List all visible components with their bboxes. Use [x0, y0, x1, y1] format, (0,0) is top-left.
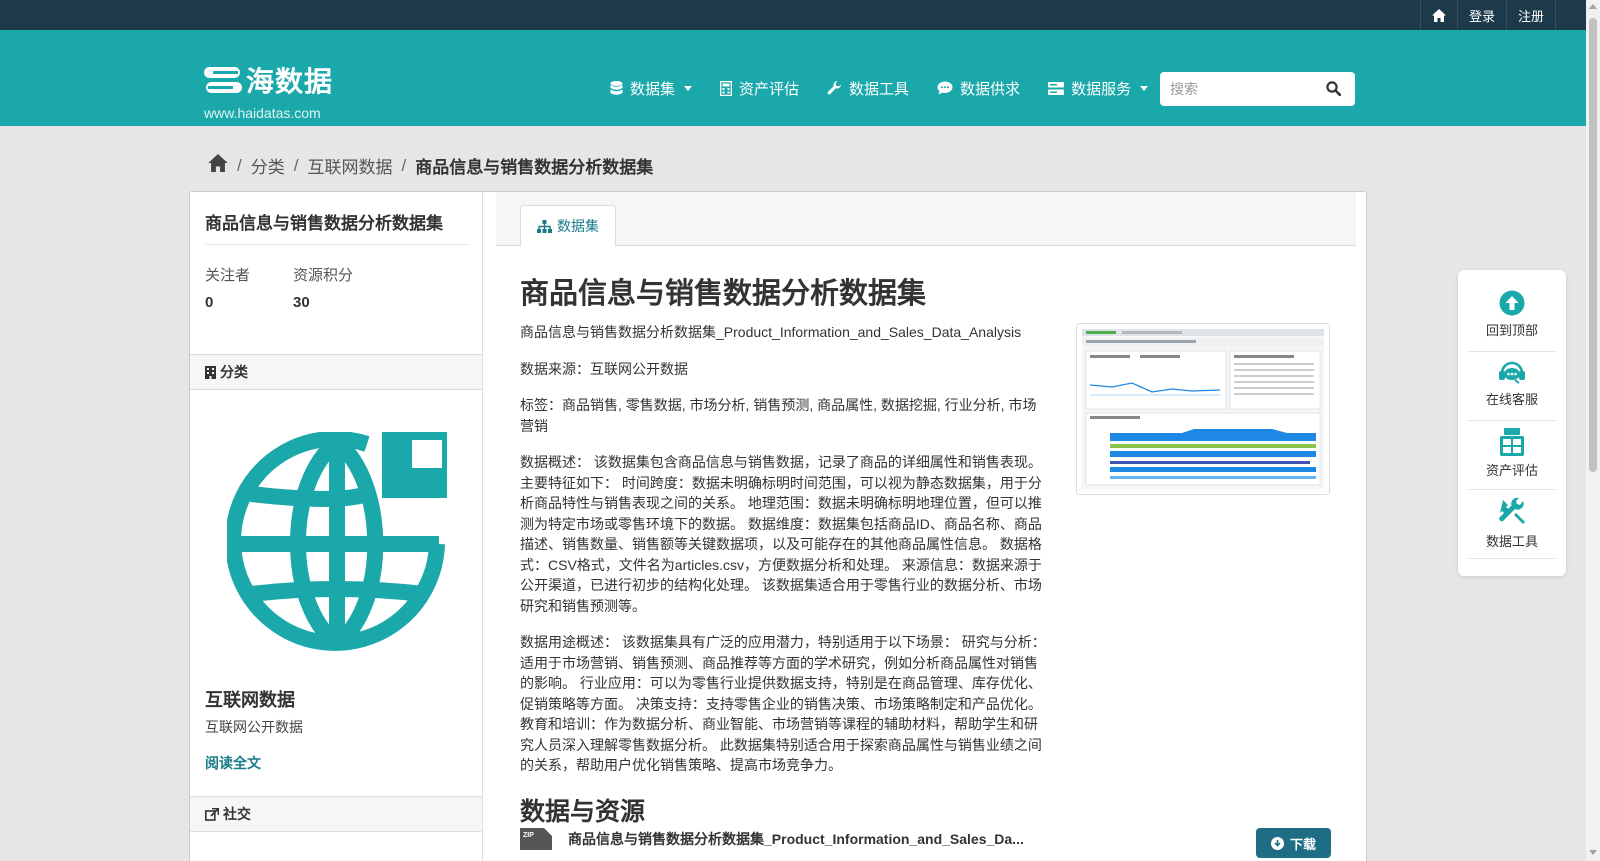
breadcrumb-separator: /: [293, 155, 299, 175]
arrow-up-circle-icon: [1499, 290, 1525, 316]
back-to-top-label: 回到顶部: [1485, 323, 1538, 338]
followers-label: 关注者: [205, 267, 251, 284]
back-to-top-button[interactable]: 回到顶部: [1468, 290, 1556, 352]
login-link[interactable]: 登录: [1456, 0, 1506, 30]
site-url: www.haidatas.com: [204, 105, 321, 121]
internet-globe-icon[interactable]: [227, 432, 447, 654]
resource-item[interactable]: ZIP 商品信息与销售数据分析数据集_Product_Information_a…: [520, 828, 1024, 850]
site-logo[interactable]: 海数据: [204, 60, 333, 100]
scrollbar-thumb[interactable]: [1589, 18, 1597, 472]
sidebar-dataset-title: 商品信息与销售数据分析数据集: [205, 214, 443, 233]
category-heading: 分类: [190, 354, 482, 390]
download-icon: [1270, 836, 1284, 850]
points-value: 30: [293, 294, 310, 311]
database-icon: [610, 80, 623, 95]
dataset-description: 商品信息与销售数据分析数据集_Product_Information_and_S…: [520, 322, 1050, 792]
svg-text:ZIP: ZIP: [523, 832, 534, 839]
sidebar: 商品信息与销售数据分析数据集 关注者 资源积分 0 30 分类 互联网数据 互联…: [190, 192, 483, 861]
nav-data-services-label: 数据服务: [1071, 80, 1132, 98]
main-nav: 数据集 资产评估 数据工具 数据供求 数据服务: [610, 73, 1176, 103]
asset-valuation-button[interactable]: 资产评估: [1468, 428, 1556, 490]
share-icon: [205, 807, 219, 821]
search-box: [1160, 72, 1355, 106]
breadcrumb-home[interactable]: [208, 154, 228, 177]
server-icon: [1048, 81, 1065, 95]
tab-dataset[interactable]: 数据集: [520, 205, 616, 247]
account-links: 登录 注册: [1419, 0, 1556, 30]
dataset-tags: 标签：商品销售, 零售数据, 市场分析, 销售预测, 商品属性, 数据挖掘, 行…: [520, 397, 1037, 434]
tools-icon: [1499, 497, 1525, 524]
data-tools-label: 数据工具: [1485, 534, 1538, 549]
social-heading: 社交: [190, 796, 482, 832]
search-button[interactable]: [1326, 81, 1342, 101]
nav-asset-valuation[interactable]: 资产评估: [720, 78, 799, 99]
nav-datasets-label: 数据集: [630, 80, 676, 98]
dataset-source: 数据来源：互联网公开数据: [520, 360, 688, 377]
dataset-usage: 数据用途概述： 该数据集具有广泛的应用潜力，特别适用于以下场景： 研究与分析：适…: [520, 634, 1046, 773]
breadcrumb: / 分类 / 互联网数据 / 商品信息与销售数据分析数据集: [208, 153, 653, 178]
scroll-down-arrow-icon[interactable]: [1589, 850, 1597, 855]
zip-file-icon: ZIP: [520, 828, 552, 850]
nav-data-services[interactable]: 数据服务: [1048, 78, 1149, 99]
resource-name[interactable]: 商品信息与销售数据分析数据集_Product_Information_and_S…: [568, 829, 1024, 849]
nav-asset-valuation-label: 资产评估: [739, 80, 800, 98]
social-heading-label: 社交: [223, 806, 251, 822]
top-bar: 登录 注册: [0, 0, 1586, 30]
breadcrumb-separator: /: [401, 155, 407, 175]
floating-tool-panel: 回到顶部 在线客服 资产评估 数据工具: [1458, 270, 1566, 576]
online-service-button[interactable]: 在线客服: [1468, 359, 1556, 421]
headset-icon: [1499, 361, 1525, 384]
organization-description: 互联网公开数据: [205, 719, 303, 735]
dataset-preview-image[interactable]: [1076, 323, 1330, 495]
dataset-title: 商品信息与销售数据分析数据集: [520, 278, 927, 310]
chevron-down-icon: [1140, 85, 1149, 91]
followers-count: 0: [205, 294, 214, 311]
asset-valuation-label: 资产评估: [1485, 463, 1538, 478]
dataset-content: 数据集 商品信息与销售数据分析数据集 商品信息与销售数据分析数据集_Produc…: [496, 192, 1356, 861]
online-service-label: 在线客服: [1485, 392, 1538, 407]
home-icon: [1431, 8, 1446, 22]
breadcrumb-current[interactable]: 商品信息与销售数据分析数据集: [415, 153, 653, 178]
dataset-overview: 数据概述： 该数据集包含商品信息与销售数据，记录了商品的详细属性和销售表现。主要…: [520, 454, 1042, 614]
resources-heading: 数据与资源: [520, 798, 646, 826]
search-input[interactable]: [1170, 74, 1320, 104]
nav-datasets[interactable]: 数据集: [610, 78, 693, 99]
read-more-link[interactable]: 阅读全文: [205, 753, 261, 773]
category-heading-label: 分类: [220, 364, 248, 380]
home-icon: [208, 154, 228, 172]
points-label: 资源积分: [293, 267, 354, 284]
divider: [205, 244, 468, 245]
wrench-icon: [827, 80, 842, 94]
nav-data-supply-label: 数据供求: [960, 80, 1021, 98]
organization-name: 互联网数据: [205, 690, 295, 710]
scroll-up-arrow-icon[interactable]: [1589, 4, 1597, 9]
main-panel: 商品信息与销售数据分析数据集 关注者 资源积分 0 30 分类 互联网数据 互联…: [189, 191, 1367, 861]
calculator-icon: [720, 80, 733, 96]
nav-data-supply[interactable]: 数据供求: [937, 78, 1020, 99]
building-icon: [205, 365, 216, 379]
tab-bar: 数据集: [496, 192, 1356, 247]
download-label: 下载: [1289, 836, 1316, 852]
nav-data-tools-label: 数据工具: [849, 80, 910, 98]
tab-dataset-label: 数据集: [557, 218, 599, 234]
home-link[interactable]: [1419, 0, 1457, 30]
breadcrumb-category[interactable]: 分类: [251, 153, 285, 178]
chevron-down-icon: [684, 85, 693, 91]
register-link[interactable]: 注册: [1505, 0, 1556, 30]
comment-icon: [937, 81, 953, 95]
calculator-icon: [1500, 428, 1524, 456]
dataset-english-name: 商品信息与销售数据分析数据集_Product_Information_and_S…: [520, 324, 1022, 340]
download-button[interactable]: 下载: [1256, 828, 1331, 858]
logo-mark-icon: [204, 67, 242, 93]
masthead: 海数据 www.haidatas.com 数据集 资产评估 数据工具 数据供求 …: [0, 30, 1586, 126]
nav-data-tools[interactable]: 数据工具: [827, 78, 909, 99]
brand-name: 海数据: [246, 66, 334, 97]
search-icon: [1326, 81, 1342, 97]
dashboard-screenshot-thumbnail: [1082, 329, 1324, 489]
sitemap-icon: [537, 219, 552, 233]
breadcrumb-separator: /: [237, 155, 242, 175]
data-tools-button[interactable]: 数据工具: [1468, 497, 1556, 559]
page-scrollbar[interactable]: [1586, 0, 1600, 861]
breadcrumb-internet-data[interactable]: 互联网数据: [307, 153, 392, 178]
